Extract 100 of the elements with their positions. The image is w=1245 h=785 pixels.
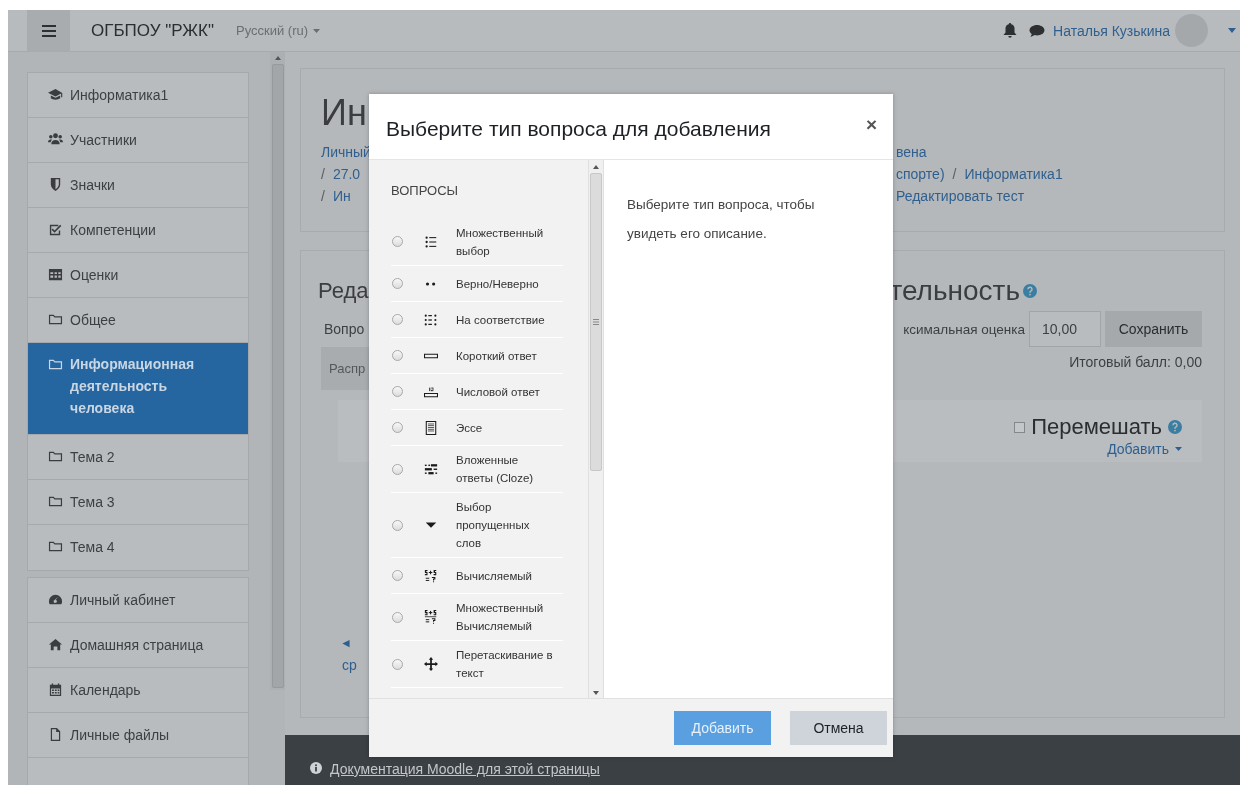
shuffle-checkbox[interactable] — [1014, 421, 1026, 433]
radio-button[interactable] — [392, 463, 403, 475]
folder-icon — [48, 449, 63, 464]
radio-button[interactable] — [392, 314, 403, 325]
sidebar-item[interactable]: Значки — [28, 163, 248, 208]
question-type-option[interactable]: Короткий ответ — [391, 338, 563, 374]
question-type-option[interactable]: Вычисляемый — [391, 558, 563, 594]
question-type-option[interactable]: Вложенные ответы (Cloze) — [391, 446, 563, 493]
sidebar-item[interactable]: Календарь — [28, 668, 248, 713]
breadcrumb-link[interactable]: Ин — [332, 185, 351, 207]
radio-button[interactable] — [392, 386, 403, 397]
radio-button[interactable] — [392, 422, 403, 433]
max-grade-label: ксимальная оценка — [903, 321, 1025, 337]
sidebar-item-label: Календарь — [70, 681, 141, 699]
sidebar-item-label: Личные файлы — [70, 726, 170, 744]
sidebar-item-label: Информатика1 — [70, 86, 169, 104]
sidebar-item-label: Участники — [70, 131, 137, 149]
sidebar-item-label: Личный кабинет — [70, 591, 176, 609]
question-type-option[interactable]: Множественный Вычисляемый — [391, 594, 563, 641]
folder-icon — [48, 312, 63, 327]
folder-icon — [48, 494, 63, 509]
graduation-cap-icon — [48, 87, 63, 102]
question-type-option[interactable]: Эссе — [391, 410, 563, 446]
sidebar-item-label: Домашняя страница — [70, 636, 204, 654]
sidebar-item[interactable]: Информационная деятельность человека — [28, 343, 248, 435]
menu-icon — [41, 24, 56, 37]
sidebar-item[interactable]: Тема 3 — [28, 480, 248, 525]
move-arrows-icon — [424, 657, 438, 671]
question-type-option[interactable]: Множественный выбор — [391, 218, 563, 266]
radio-button[interactable] — [392, 519, 403, 531]
save-button[interactable]: Сохранить — [1105, 311, 1202, 347]
user-name-link[interactable]: Наталья Кузькина — [1053, 22, 1170, 39]
question-type-option[interactable]: Верно/Неверно — [391, 266, 563, 302]
sidebar-item-label: Оценки — [70, 266, 119, 284]
sidebar-item[interactable]: Тема 2 — [28, 435, 248, 480]
option-label: На соответствие — [456, 312, 546, 328]
dialog-title: Выберите тип вопроса для добавления — [386, 116, 771, 141]
option-label: Вычисляемый — [456, 568, 534, 584]
radio-button[interactable] — [392, 658, 403, 670]
max-grade-field[interactable]: 10,00 — [1029, 311, 1101, 347]
home-icon — [48, 637, 63, 652]
radio-button[interactable] — [392, 570, 403, 581]
caret-icon[interactable] — [1228, 28, 1236, 33]
dash-blocks-icon — [424, 462, 438, 476]
description-text: Выберите тип вопроса, чтобы увидеть его описание. — [626, 196, 816, 243]
option-label: Эссе — [456, 420, 484, 436]
section-title: Реда — [318, 278, 369, 304]
question-type-option[interactable]: Перетаскивание в текст — [391, 641, 563, 688]
sidebar-item-label: Компетенции — [70, 221, 156, 239]
breadcrumb-link[interactable]: Редактировать тест — [896, 185, 1025, 207]
breadcrumb-link[interactable]: Информатика1 — [964, 163, 1063, 185]
bell-icon[interactable] — [1003, 23, 1018, 38]
radio-button[interactable] — [392, 236, 403, 247]
menu-button[interactable] — [27, 9, 70, 52]
question-type-option[interactable]: Числовой ответ — [391, 374, 563, 410]
formula-icon — [424, 610, 438, 624]
repaginate-button[interactable]: Распр — [321, 347, 370, 390]
close-button[interactable]: × — [865, 113, 877, 140]
radio-button[interactable] — [392, 278, 403, 289]
breadcrumb-link[interactable]: вена — [896, 141, 927, 163]
sidebar-item[interactable]: Домашняя страница — [28, 623, 248, 668]
dot-grid-icon — [424, 312, 438, 327]
help-icon[interactable] — [1168, 420, 1182, 434]
scroll-up-arrow-icon[interactable] — [593, 165, 599, 169]
formula-icon — [424, 568, 438, 583]
sidebar-item[interactable]: Тема 4 — [28, 525, 248, 570]
list-heading: ВОПРОСЫ — [391, 182, 460, 200]
site-name[interactable]: ОГБПОУ "РЖК" — [91, 20, 214, 41]
sidebar-item[interactable]: Информатика1 — [28, 73, 248, 118]
sidebar-item[interactable]: Компетенции — [28, 208, 248, 253]
sidebar-item-label: Тема 3 — [70, 493, 115, 511]
option-label: Числовой ответ — [456, 384, 541, 400]
file-icon — [48, 727, 63, 742]
scroll-up-arrow-icon[interactable] — [274, 56, 281, 60]
breadcrumb-link[interactable]: 27.0 — [332, 163, 361, 185]
questions-label: Вопро — [324, 321, 365, 337]
scroll-down-arrow-icon[interactable] — [593, 691, 599, 695]
option-label: Выбор пропущенных слов — [456, 500, 531, 551]
question-type-option[interactable]: На соответствие — [391, 302, 563, 338]
section-link[interactable]: ср — [342, 653, 357, 677]
scrollbar[interactable] — [270, 52, 285, 690]
option-label: Перетаскивание в текст — [456, 648, 554, 681]
question-type-option[interactable]: Выбор пропущенных слов — [391, 493, 563, 558]
chat-icon[interactable] — [1029, 23, 1046, 38]
sidebar-item[interactable]: Личные файлы — [28, 713, 248, 758]
breadcrumb-link[interactable]: спорте) — [896, 163, 945, 185]
help-icon[interactable] — [1023, 284, 1037, 298]
add-menu[interactable]: Добавить — [1107, 441, 1182, 457]
sidebar-item[interactable]: Личный кабинет — [28, 578, 248, 623]
radio-button[interactable] — [392, 350, 403, 361]
section-title: тельность — [889, 275, 1020, 307]
cancel-button[interactable]: Отмена — [790, 711, 887, 745]
total-marks: Итоговый балл: 0,00 — [1069, 354, 1202, 370]
sidebar-item[interactable]: Оценки — [28, 253, 248, 298]
list-scrollbar[interactable] — [588, 160, 603, 698]
document-icon — [424, 420, 438, 435]
documentation-link[interactable]: Документация Moodle для этой страницы — [330, 761, 600, 777]
previous-link[interactable]: ◄ — [340, 633, 352, 653]
sidebar-item[interactable]: Участники — [28, 118, 248, 163]
radio-button[interactable] — [392, 611, 403, 623]
